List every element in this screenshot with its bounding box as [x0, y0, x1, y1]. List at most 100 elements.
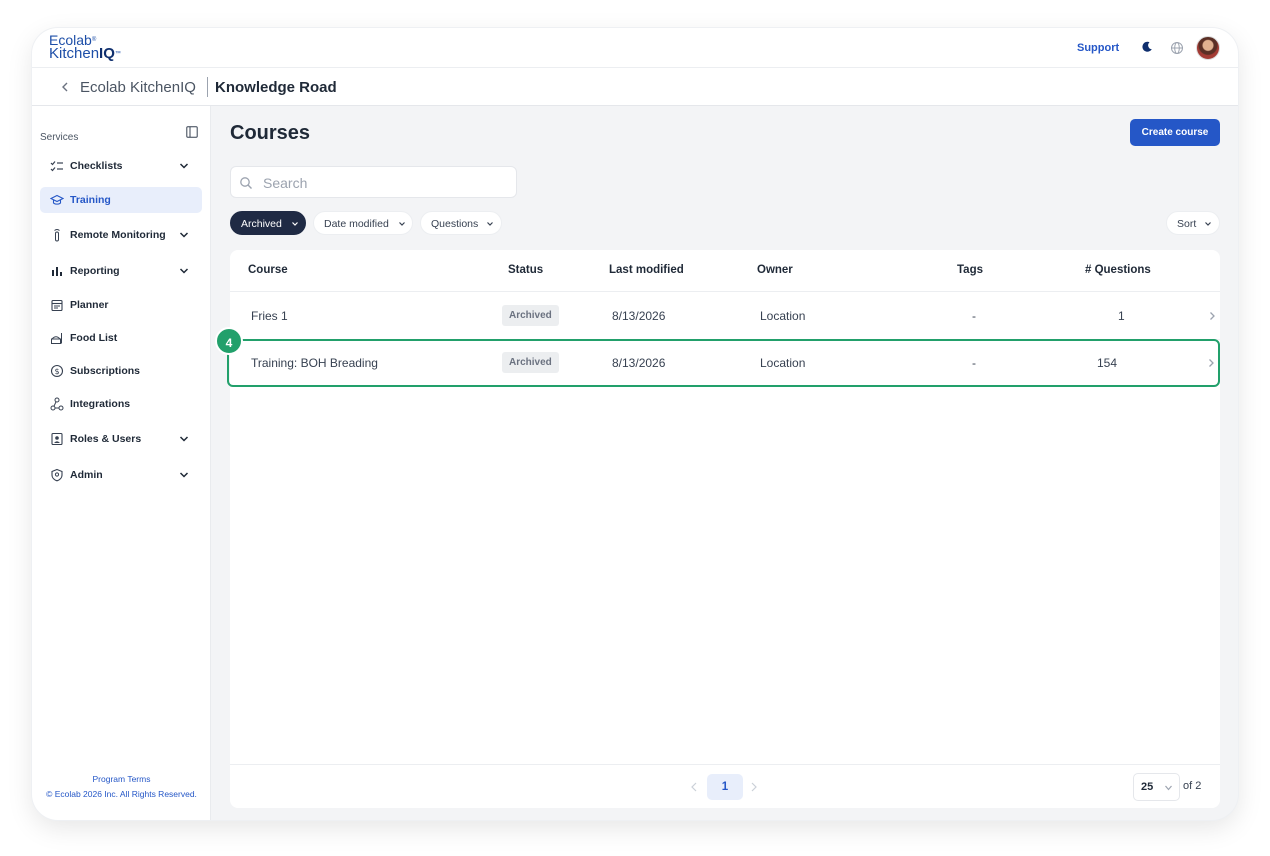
sidebar-item-label: Subscriptions — [70, 365, 141, 377]
search-box[interactable] — [230, 166, 517, 198]
cell-tags: - — [972, 356, 976, 370]
per-page-select[interactable]: 25 — [1133, 773, 1180, 801]
breadcrumb-current: Knowledge Road — [215, 79, 337, 96]
logo-registered-mark: ® — [91, 37, 97, 43]
sidebar-item-label: Planner — [70, 299, 109, 311]
chevron-down-icon[interactable] — [178, 160, 190, 172]
sidebar-collapse-icon[interactable] — [186, 126, 198, 138]
breadcrumb-divider — [207, 77, 208, 97]
create-course-button[interactable]: Create course — [1130, 119, 1220, 146]
avatar[interactable] — [1196, 36, 1220, 60]
filter-questions[interactable]: Questions — [420, 211, 502, 235]
support-link[interactable]: Support — [1077, 42, 1119, 54]
sidebar-item-label: Reporting — [70, 265, 120, 277]
table-header: Course Status Last modified Owner Tags #… — [230, 250, 1220, 292]
shield-icon — [51, 468, 63, 482]
breadcrumb-parent[interactable]: Ecolab KitchenIQ — [80, 79, 196, 96]
column-header-owner[interactable]: Owner — [757, 264, 793, 276]
table-row[interactable]: Fries 1 Archived 8/13/2026 Location - 1 — [230, 292, 1220, 340]
sort-dropdown[interactable]: Sort — [1166, 211, 1220, 235]
table-row[interactable]: 4 Training: BOH Breading Archived 8/13/2… — [215, 327, 1220, 387]
chevron-down-icon[interactable] — [178, 433, 190, 445]
chevron-down-icon — [487, 222, 493, 226]
sidebar-item-label: Checklists — [70, 160, 123, 172]
per-page-value: 25 — [1141, 781, 1154, 793]
cell-last-modified: 8/13/2026 — [612, 356, 666, 370]
breadcrumb: Ecolab KitchenIQ Knowledge Road — [32, 68, 1238, 106]
sidebar-item-label: Food List — [70, 332, 118, 344]
chevron-down-icon — [292, 222, 298, 226]
chevron-left-icon[interactable] — [690, 781, 698, 793]
top-bar: Ecolab® KitchenIQ™ Support — [32, 28, 1238, 68]
sidebar-item-checklists[interactable]: Checklists — [40, 153, 202, 179]
program-terms-link[interactable]: Program Terms — [32, 772, 211, 787]
sidebar-item-subscriptions[interactable]: $ Subscriptions — [40, 358, 202, 384]
chevron-down-icon[interactable] — [178, 469, 190, 481]
thermometer-icon — [54, 229, 60, 242]
page-number-button[interactable]: 1 — [707, 774, 743, 800]
search-input[interactable] — [263, 173, 503, 193]
column-header-tags[interactable]: Tags — [957, 264, 983, 276]
cell-questions: 1 — [1118, 309, 1125, 323]
filter-label: Archived — [241, 218, 282, 230]
food-list-icon — [51, 333, 62, 344]
globe-icon[interactable] — [1170, 41, 1184, 55]
cell-course: Fries 1 — [251, 309, 288, 323]
moon-icon[interactable] — [1140, 40, 1154, 54]
ecolab-kitcheniq-logo[interactable]: Ecolab® KitchenIQ™ — [49, 33, 121, 61]
chevron-left-icon[interactable] — [60, 80, 70, 94]
sidebar-item-label: Training — [70, 194, 111, 206]
cell-questions: 154 — [1097, 356, 1118, 370]
logo-trademark: ™ — [114, 51, 121, 57]
chevron-right-icon[interactable] — [750, 781, 758, 793]
filter-archived[interactable]: Archived — [230, 211, 306, 235]
logo-line2-bold: IQ — [99, 45, 115, 62]
cell-tags: - — [972, 309, 976, 323]
sidebar-item-admin[interactable]: Admin — [40, 462, 202, 488]
column-header-questions[interactable]: # Questions — [1085, 264, 1151, 276]
sidebar-item-label: Admin — [70, 469, 103, 481]
sidebar-footer: Program Terms © Ecolab 2026 Inc. All Rig… — [32, 772, 211, 802]
sidebar-item-reporting[interactable]: Reporting — [40, 258, 202, 284]
total-pages-label: of 2 — [1183, 780, 1202, 792]
search-icon — [240, 177, 252, 189]
svg-text:$: $ — [54, 367, 59, 376]
copyright-text: © Ecolab 2026 Inc. All Rights Reserved. — [46, 789, 197, 799]
chevron-down-icon — [399, 222, 405, 226]
sidebar-item-roles-users[interactable]: Roles & Users — [40, 426, 202, 452]
chevron-down-icon — [1165, 785, 1172, 791]
filter-date-modified[interactable]: Date modified — [313, 211, 413, 235]
column-header-last-modified[interactable]: Last modified — [609, 264, 684, 276]
filter-label: Date modified — [324, 218, 389, 230]
courses-table: Course Status Last modified Owner Tags #… — [215, 250, 1220, 808]
cell-owner: Location — [760, 356, 806, 370]
checklist-icon — [50, 161, 63, 172]
chevron-down-icon — [1205, 222, 1211, 226]
chevron-down-icon[interactable] — [178, 265, 190, 277]
sidebar-item-planner[interactable]: Planner — [40, 292, 202, 318]
column-header-course[interactable]: Course — [248, 264, 288, 276]
sidebar-item-remote-monitoring[interactable]: Remote Monitoring — [40, 222, 202, 248]
integrations-icon — [50, 397, 64, 411]
pagination: 1 25 of 2 — [230, 764, 1220, 808]
sidebar-item-label: Integrations — [70, 398, 131, 410]
chevron-right-icon[interactable] — [1207, 358, 1215, 368]
sidebar-item-label: Roles & Users — [70, 433, 142, 445]
step-marker: 4 — [215, 327, 243, 355]
chevron-right-icon[interactable] — [1208, 311, 1216, 321]
sidebar-item-integrations[interactable]: Integrations — [40, 391, 202, 417]
cell-last-modified: 8/13/2026 — [612, 309, 666, 323]
column-header-status[interactable]: Status — [508, 264, 543, 276]
logo-line2-prefix: Kitchen — [49, 45, 100, 62]
id-badge-icon — [51, 432, 63, 446]
sidebar-item-food-list[interactable]: Food List — [40, 325, 202, 351]
dollar-circle-icon: $ — [50, 364, 64, 378]
status-badge: Archived — [502, 305, 559, 326]
sort-label: Sort — [1177, 218, 1197, 230]
sidebar: Services Checklists Training Remote Moni… — [32, 106, 211, 820]
chevron-down-icon[interactable] — [178, 229, 190, 241]
services-label: Services — [40, 132, 79, 143]
bar-chart-icon — [52, 267, 62, 276]
filter-label: Questions — [431, 218, 479, 230]
sidebar-item-training[interactable]: Training — [40, 187, 202, 213]
